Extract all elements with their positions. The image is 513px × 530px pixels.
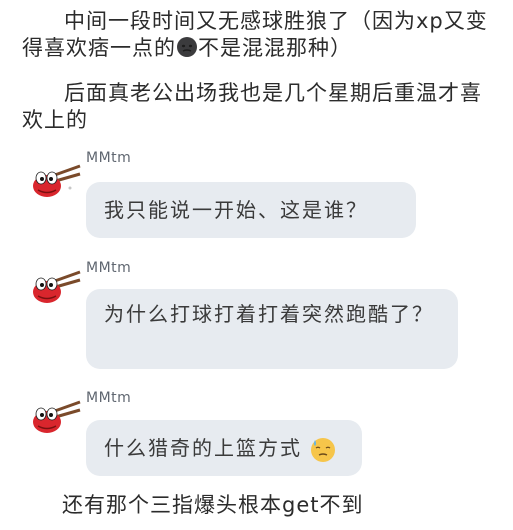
avatar <box>33 400 81 433</box>
post-paragraph-3: 还有那个三指爆头根本get不到 <box>62 493 364 517</box>
message-bubble: 为什么打球打着打着突然跑酷了？ <box>86 289 458 369</box>
post-paragraph-1: 中间一段时间又无感球胜狼了（因为xp又变得喜欢痞一点的 不是混混那种） <box>22 8 492 62</box>
message-text: 为什么打球打着打着突然跑酷了？ <box>104 302 434 326</box>
post-paragraph-2: 后面真老公出场我也是几个星期后重温才喜欢上的 <box>22 81 482 132</box>
message-bubble: 什么猎奇的上篮方式 <box>86 420 362 476</box>
paragraph-1-text-b: 不是混混那种） <box>198 36 352 60</box>
sender-name: MMtm <box>86 260 132 276</box>
sweat-face-emoji-icon <box>311 437 336 462</box>
message-bubble: 我只能说一开始、这是谁？ <box>86 182 416 238</box>
avatar <box>33 164 81 197</box>
sender-name: MMtm <box>86 390 132 406</box>
sender-name: MMtm <box>86 150 132 166</box>
message-text: 什么猎奇的上篮方式 <box>104 436 302 460</box>
dark-face-emoji-icon <box>177 37 197 57</box>
message-text: 我只能说一开始、这是谁？ <box>104 198 368 222</box>
avatar <box>33 270 81 303</box>
